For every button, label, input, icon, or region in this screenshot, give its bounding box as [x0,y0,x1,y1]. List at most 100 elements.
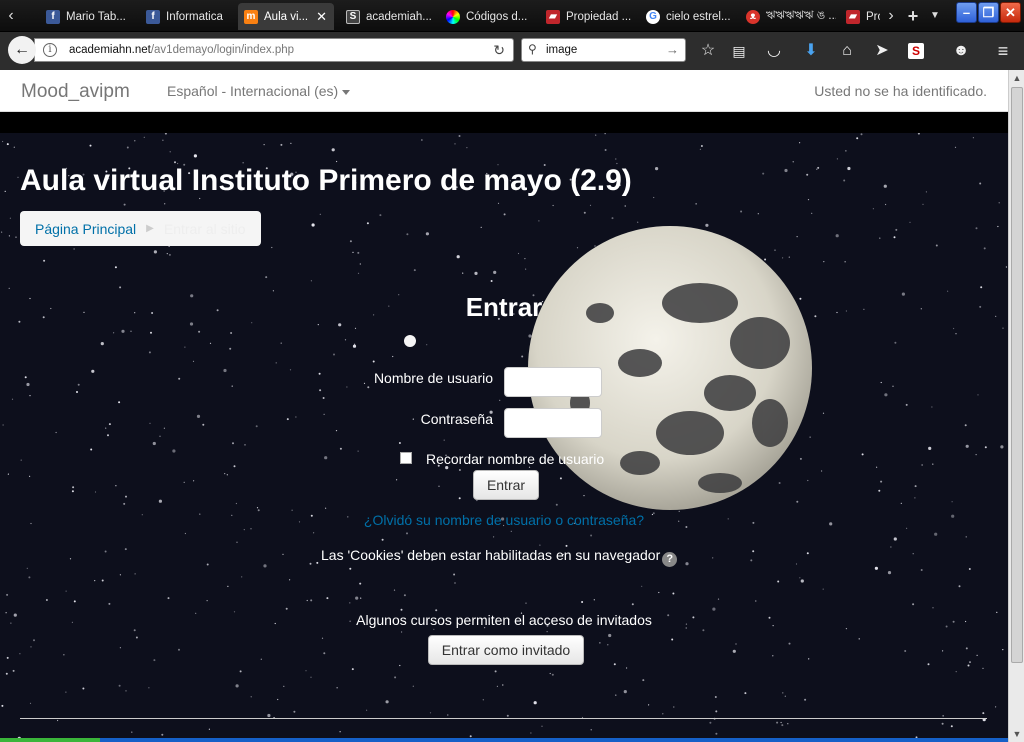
tab-codigos[interactable]: Códigos d... [440,3,536,30]
star [807,479,809,482]
star [892,385,894,387]
star [816,168,818,170]
scroll-up-arrow-icon[interactable]: ▲ [1009,70,1024,86]
star [494,670,497,673]
star [352,344,357,348]
star [750,559,753,562]
tab-owl[interactable]: ᴥ ঋঋঋঋঋ ঙ ... [740,3,836,30]
search-bar[interactable]: ⚲ image → [521,38,686,62]
browser-nav-bar: i academiahn.net/av1demayo/login/index.p… [0,32,1024,70]
breadcrumb-home-link[interactable]: Página Principal [35,221,136,237]
star [715,732,718,735]
scrollbar-thumb[interactable] [1011,87,1023,663]
tab-propiedad[interactable]: ▰ Propiedad ... [540,3,636,30]
star [331,148,335,152]
star [604,149,607,151]
star [317,324,319,326]
guest-login-button[interactable]: Entrar como invitado [428,635,584,665]
new-tab-plus-icon[interactable]: + [902,0,924,32]
star [835,234,839,238]
username-input[interactable] [504,367,602,397]
star [969,661,971,664]
vertical-scrollbar[interactable]: ▲ ▼ [1008,70,1024,742]
star [425,232,429,236]
tab-list-chevron-down-icon[interactable]: ▼ [924,0,946,32]
star [932,607,934,609]
tab-mario[interactable]: f Mario Tab... [40,3,136,30]
window-close-button[interactable]: ✕ [1000,2,1021,23]
star [443,439,445,441]
star [807,199,810,201]
star [976,654,978,657]
forgot-credentials-link[interactable]: ¿Olvidó su nombre de usuario o contraseñ… [0,512,1008,528]
search-go-arrow-icon[interactable]: → [666,42,679,57]
star [148,351,151,354]
star [336,160,338,163]
home-icon[interactable]: ⌂ [834,38,860,64]
hamburger-menu-icon[interactable]: ≡ [990,38,1016,64]
star [235,684,239,688]
tab-scroll-right-icon[interactable]: › [880,0,902,32]
star [965,536,967,538]
window-minimize-button[interactable]: – [956,2,977,23]
remember-username-label[interactable]: Recordar nombre de usuario [426,451,604,467]
star [890,546,892,548]
tab-academiahn[interactable]: S academiah... [340,3,436,30]
bookmark-star-icon[interactable]: ☆ [695,38,721,64]
star [965,444,969,448]
star [26,382,30,387]
star [979,182,982,185]
star [858,638,860,640]
send-arrow-icon[interactable]: ➤ [869,38,895,64]
star [355,596,359,600]
emoji-face-icon[interactable]: ☻ [948,38,974,64]
address-bar[interactable]: i academiahn.net/av1demayo/login/index.p… [34,38,514,62]
star [169,151,171,153]
star [6,656,9,659]
reading-list-icon[interactable]: ▤ [726,38,752,64]
star [91,369,95,373]
language-menu[interactable]: Español - Internacional (es) [167,83,351,99]
guest-access-note: Algunos cursos permiten el acceso de inv… [356,612,652,628]
site-brand[interactable]: Mood_avipm [21,81,130,103]
window-maximize-button[interactable]: ❐ [978,2,999,23]
login-submit-button[interactable]: Entrar [473,470,539,500]
owl-icon: ᴥ [746,9,760,24]
star [311,223,315,227]
star [241,576,243,578]
back-arrow-icon[interactable]: ← [8,36,36,64]
tab-pro[interactable]: ▰ Pro [840,3,880,30]
address-text[interactable]: academiahn.net/av1demayo/login/index.php [69,44,294,56]
password-input[interactable] [504,408,602,438]
tab-close-icon[interactable]: ✕ [316,9,327,25]
password-label: Contraseña [420,411,493,427]
star [806,552,809,555]
star [295,416,297,418]
site-info-icon[interactable]: i [43,43,57,57]
star [454,143,456,145]
s-extension-icon[interactable]: S [908,43,924,59]
scroll-down-arrow-icon[interactable]: ▼ [1009,726,1024,742]
star [925,191,928,193]
tab-aula-virtual[interactable]: m Aula vi... ✕ [238,3,334,30]
search-input[interactable]: image [546,44,577,56]
remember-username-checkbox[interactable] [400,452,412,464]
download-arrow-icon[interactable]: ⬇ [798,38,824,64]
star [510,530,512,532]
tab-scroll-left-icon[interactable]: ‹ [0,0,22,32]
star [101,579,104,582]
login-status: Usted no se ha identificado. [814,83,987,99]
star [286,418,289,421]
help-question-icon[interactable]: ? [662,552,678,567]
tab-cielo-estrellado[interactable]: G cielo estrel... [640,3,736,30]
star [392,355,394,358]
star [184,532,186,535]
star [349,602,351,604]
tab-informatica[interactable]: f Informatica [140,3,232,30]
reload-icon[interactable]: ↻ [493,42,505,59]
header-divider-band [0,112,1008,133]
star [12,669,15,672]
star [856,137,859,140]
s-icon: S [346,9,360,24]
pocket-icon[interactable]: ◡ [761,38,787,64]
